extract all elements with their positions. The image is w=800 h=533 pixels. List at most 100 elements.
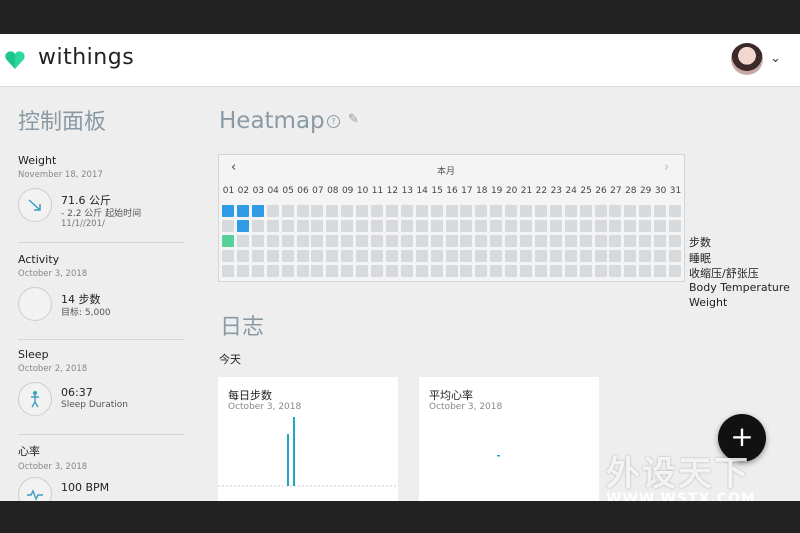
heatmap-cell[interactable] (236, 220, 249, 232)
heatmap-cell[interactable] (669, 205, 681, 217)
avg-heart-rate-card[interactable]: 平均心率 October 3, 2018 (419, 377, 599, 501)
heatmap-cell[interactable] (594, 220, 607, 232)
heatmap-cell[interactable] (669, 220, 681, 232)
heart-rate-section[interactable]: 心率 October 3, 2018 100 BPM (18, 443, 184, 501)
activity-section[interactable]: Activity October 3, 2018 14 步数 目标: 5,000 (18, 253, 184, 340)
heatmap-cell[interactable] (356, 220, 369, 232)
heatmap-cell[interactable] (251, 220, 264, 232)
heatmap-cell[interactable] (475, 205, 488, 217)
heatmap-cell[interactable] (579, 265, 592, 277)
heatmap-cell[interactable] (475, 265, 488, 277)
heatmap-cell[interactable] (371, 250, 383, 262)
heatmap-cell[interactable] (624, 205, 637, 217)
heatmap-cell[interactable] (311, 265, 324, 277)
heatmap-cell[interactable] (341, 250, 354, 262)
heatmap-cell[interactable] (415, 265, 428, 277)
user-avatar[interactable] (731, 43, 763, 75)
heatmap-cell[interactable] (654, 205, 667, 217)
heatmap-cell[interactable] (624, 250, 637, 262)
heatmap-cell[interactable] (520, 220, 532, 232)
heatmap-cell[interactable] (341, 205, 354, 217)
heatmap-cell[interactable] (222, 265, 234, 277)
heatmap-cell[interactable] (639, 205, 652, 217)
heatmap-cell[interactable] (222, 205, 234, 217)
heatmap-cell[interactable] (415, 235, 428, 247)
heatmap-cell[interactable] (534, 250, 547, 262)
heatmap-cell[interactable] (356, 205, 369, 217)
heatmap-cell[interactable] (296, 205, 309, 217)
heatmap-cell[interactable] (236, 235, 249, 247)
heatmap-cell[interactable] (654, 235, 667, 247)
heatmap-cell[interactable] (534, 220, 547, 232)
heatmap-cell[interactable] (326, 250, 339, 262)
heatmap-cell[interactable] (266, 220, 279, 232)
heatmap-cell[interactable] (400, 265, 413, 277)
daily-steps-card[interactable]: 每日步数 October 3, 2018 (218, 377, 398, 501)
heatmap-cell[interactable] (624, 235, 637, 247)
heatmap-cell[interactable] (415, 220, 428, 232)
heatmap-cell[interactable] (400, 205, 413, 217)
heatmap-cell[interactable] (400, 250, 413, 262)
heatmap-cell[interactable] (460, 205, 473, 217)
heatmap-cell[interactable] (549, 250, 562, 262)
weight-section[interactable]: Weight November 18, 2017 71.6 公斤 - 2.2 公… (18, 154, 184, 243)
heatmap-cell[interactable] (222, 235, 234, 247)
heatmap-cell[interactable] (341, 220, 354, 232)
heatmap-cell[interactable] (505, 220, 518, 232)
heatmap-cell[interactable] (371, 235, 383, 247)
heatmap-cell[interactable] (534, 265, 547, 277)
heatmap-cell[interactable] (385, 205, 398, 217)
heatmap-cell[interactable] (520, 235, 532, 247)
heatmap-cell[interactable] (654, 250, 667, 262)
heatmap-cell[interactable] (609, 205, 622, 217)
heatmap-cell[interactable] (266, 235, 279, 247)
heatmap-cell[interactable] (341, 265, 354, 277)
heatmap-cell[interactable] (579, 220, 592, 232)
heatmap-cell[interactable] (654, 220, 667, 232)
heatmap-cell[interactable] (356, 250, 369, 262)
heatmap-cell[interactable] (445, 235, 458, 247)
heatmap-cell[interactable] (639, 235, 652, 247)
heatmap-cell[interactable] (669, 265, 681, 277)
heatmap-cell[interactable] (490, 235, 503, 247)
heatmap-cell[interactable] (460, 250, 473, 262)
heatmap-cell[interactable] (326, 220, 339, 232)
heatmap-cell[interactable] (251, 265, 264, 277)
heatmap-cell[interactable] (371, 265, 383, 277)
heatmap-cell[interactable] (445, 205, 458, 217)
heatmap-cell[interactable] (296, 265, 309, 277)
heatmap-cell[interactable] (594, 250, 607, 262)
heatmap-cell[interactable] (385, 220, 398, 232)
heatmap-cell[interactable] (475, 220, 488, 232)
heatmap-cell[interactable] (609, 265, 622, 277)
heatmap-cell[interactable] (400, 220, 413, 232)
heatmap-cell[interactable] (460, 220, 473, 232)
heatmap-cell[interactable] (490, 220, 503, 232)
heatmap-cell[interactable] (311, 250, 324, 262)
heatmap-cell[interactable] (281, 235, 294, 247)
heatmap-cell[interactable] (430, 235, 443, 247)
heatmap-cell[interactable] (639, 265, 652, 277)
heatmap-cell[interactable] (430, 265, 443, 277)
heatmap-cell[interactable] (281, 205, 294, 217)
heatmap-cell[interactable] (505, 205, 518, 217)
heatmap-cell[interactable] (430, 205, 443, 217)
heatmap-cell[interactable] (445, 250, 458, 262)
heatmap-cell[interactable] (549, 220, 562, 232)
heatmap-cell[interactable] (296, 220, 309, 232)
heatmap-cell[interactable] (311, 220, 324, 232)
heatmap-cell[interactable] (445, 220, 458, 232)
heatmap-cell[interactable] (356, 265, 369, 277)
heatmap-cell[interactable] (579, 250, 592, 262)
heatmap-cell[interactable] (266, 205, 279, 217)
heatmap-cell[interactable] (371, 205, 383, 217)
heatmap-cell[interactable] (236, 205, 249, 217)
brand-name[interactable]: withings (38, 45, 134, 70)
heatmap-cell[interactable] (505, 265, 518, 277)
heatmap-cell[interactable] (266, 250, 279, 262)
heatmap-cell[interactable] (520, 250, 532, 262)
heatmap-cell[interactable] (594, 265, 607, 277)
heatmap-cell[interactable] (460, 235, 473, 247)
heatmap-cell[interactable] (639, 220, 652, 232)
heatmap-cell[interactable] (236, 250, 249, 262)
